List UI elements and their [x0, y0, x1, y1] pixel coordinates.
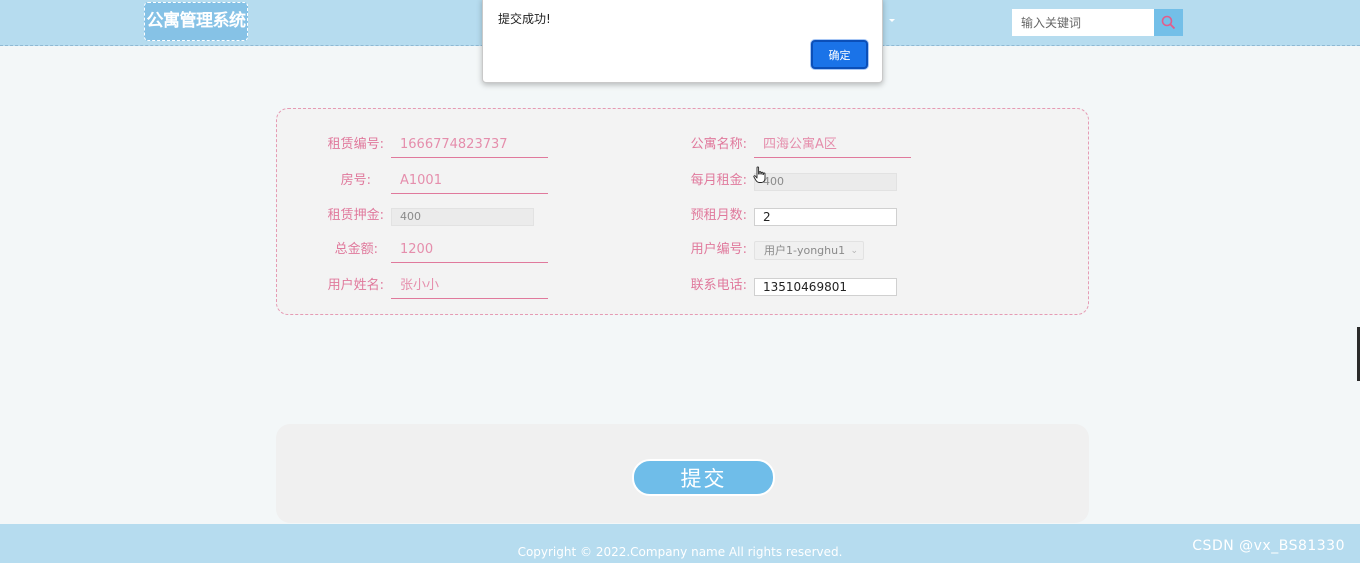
alert-dialog: 提交成功! 确定	[482, 0, 883, 83]
apartment-name-label: 公寓名称:	[690, 137, 747, 152]
chevron-down-icon: ⌄	[850, 246, 858, 256]
submit-panel: 提交	[276, 424, 1089, 523]
deposit-label: 租赁押金:	[327, 208, 384, 223]
rental-no-field[interactable]: 1666774823737	[391, 132, 548, 158]
csdn-watermark: CSDN @vx_BS81330	[1192, 538, 1345, 554]
alert-message: 提交成功!	[498, 12, 551, 26]
phone-input[interactable]: 13510469801	[754, 278, 897, 296]
alert-ok-button[interactable]: 确定	[811, 40, 868, 69]
copyright-text: Copyright © 2022.Company name All rights…	[517, 545, 843, 559]
submit-button[interactable]: 提交	[632, 459, 775, 496]
search-button[interactable]	[1154, 9, 1183, 36]
monthly-rent-label: 每月租金:	[690, 173, 747, 188]
months-label: 预租月数:	[690, 208, 747, 223]
user-no-label: 用户编号:	[690, 242, 747, 257]
deposit-field[interactable]: 400	[391, 208, 534, 226]
nav-dropdown-caret-icon[interactable]	[889, 19, 895, 22]
total-label: 总金额:	[334, 242, 378, 257]
monthly-rent-field[interactable]: 400	[754, 173, 897, 191]
hand-cursor-icon	[753, 166, 766, 183]
apartment-name-field[interactable]: 四海公寓A区	[754, 132, 911, 158]
search-input[interactable]	[1012, 9, 1154, 36]
total-field[interactable]: 1200	[391, 237, 548, 263]
rental-no-label: 租赁编号:	[327, 137, 384, 152]
page: 公寓管理系统 租赁编号: 1666774823737 公寓名称: 四海公寓A区 …	[0, 0, 1360, 563]
room-no-field[interactable]: A1001	[391, 168, 548, 194]
user-name-field[interactable]: 张小小	[391, 273, 548, 299]
months-input[interactable]: 2	[754, 208, 897, 226]
footer: Copyright © 2022.Company name All rights…	[0, 524, 1360, 563]
search-icon	[1161, 15, 1176, 30]
site-logo[interactable]: 公寓管理系统	[144, 2, 248, 41]
phone-label: 联系电话:	[690, 278, 747, 293]
user-no-select[interactable]: 用户1-yonghu1 ⌄	[754, 241, 864, 260]
user-name-label: 用户姓名:	[327, 278, 384, 293]
user-no-selected-value: 用户1-yonghu1	[764, 244, 846, 257]
rental-form: 租赁编号: 1666774823737 公寓名称: 四海公寓A区 房号: A10…	[276, 108, 1089, 315]
room-no-label: 房号:	[340, 173, 371, 188]
